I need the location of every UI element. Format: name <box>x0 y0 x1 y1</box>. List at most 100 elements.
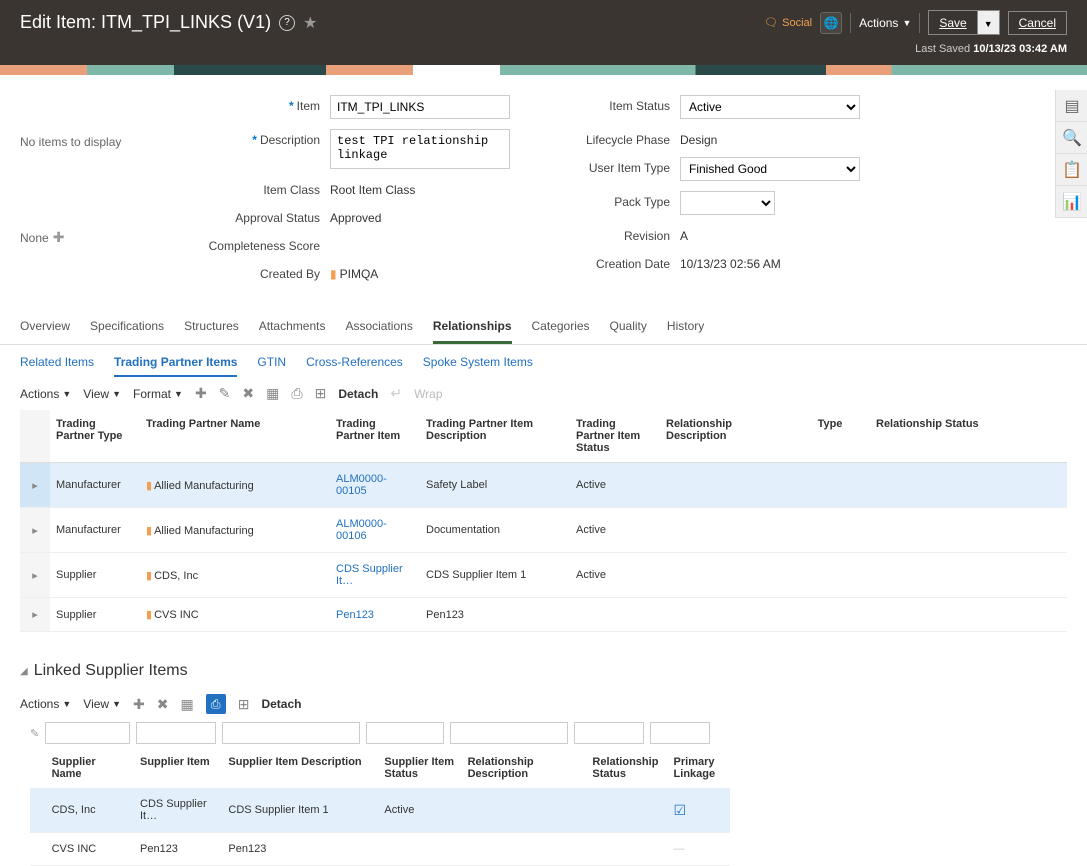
side-search-icon[interactable]: 🔍 <box>1056 122 1087 154</box>
save-dropdown[interactable]: ▼ <box>978 10 1000 35</box>
globe-icon[interactable]: 🌐 <box>820 12 842 34</box>
query-icon[interactable]: ⎙ <box>206 694 226 714</box>
col-rel-type[interactable]: Type <box>790 410 870 463</box>
tab-structures[interactable]: Structures <box>184 311 239 344</box>
partner-icon: ▮ <box>146 570 152 582</box>
toolbar-detach[interactable]: Detach <box>338 387 378 401</box>
tab-history[interactable]: History <box>667 311 704 344</box>
edit-icon[interactable]: ✎ <box>219 385 231 402</box>
table-row[interactable]: CVS INC Pen123 Pen123 — <box>30 833 730 866</box>
add-icon[interactable]: ✚ <box>195 385 207 402</box>
expand-icon[interactable]: ▸ <box>20 508 50 553</box>
filter-rel-desc[interactable] <box>450 722 568 744</box>
cell-primary-linkage[interactable]: ☑ <box>668 788 730 833</box>
social-icon: 🗨 <box>764 16 778 29</box>
actions-menu[interactable]: Actions ▼ <box>859 16 911 30</box>
pencil-icon[interactable]: ✎ <box>30 727 39 740</box>
filter-rel-status[interactable] <box>574 722 644 744</box>
cell-primary-linkage[interactable]: — <box>668 833 730 866</box>
row-selector[interactable] <box>30 833 46 866</box>
table-row[interactable]: ▸ Manufacturer ▮Allied Manufacturing ALM… <box>20 463 1067 508</box>
col-partner-type[interactable]: Trading Partner Type <box>50 410 140 463</box>
expand-icon[interactable]: ▸ <box>20 598 50 632</box>
col-partner-status[interactable]: Trading Partner Item Status <box>570 410 660 463</box>
social-link[interactable]: 🗨 Social <box>764 16 812 29</box>
star-icon[interactable]: ★ <box>303 13 317 33</box>
col-supplier-item[interactable]: Supplier Item <box>134 748 222 788</box>
freeze-icon[interactable]: ▦ <box>180 696 193 713</box>
col-supplier-reldesc[interactable]: Relationship Description <box>462 748 587 788</box>
cell-partner-item[interactable]: Pen123 <box>330 598 420 632</box>
cell-partner-item[interactable]: ALM0000-00105 <box>330 463 420 508</box>
col-supplier-status[interactable]: Supplier Item Status <box>378 748 461 788</box>
help-icon[interactable]: ? <box>279 15 295 31</box>
toolbar2-actions[interactable]: Actions▼ <box>20 697 71 711</box>
col-partner-desc[interactable]: Trading Partner Item Description <box>420 410 570 463</box>
cell-partner-item[interactable]: ALM0000-00106 <box>330 508 420 553</box>
col-rel-status[interactable]: Relationship Status <box>870 410 1067 463</box>
side-toolbar: ▤ 🔍 📋 📊 <box>1055 90 1087 218</box>
col-primary-linkage[interactable]: Primary Linkage <box>668 748 730 788</box>
filter-supplier-item[interactable] <box>136 722 216 744</box>
grid-icon[interactable]: ⊞ <box>238 696 250 713</box>
subtab-trading-partner-items[interactable]: Trading Partner Items <box>114 355 237 377</box>
side-chart-icon[interactable]: 📊 <box>1056 186 1087 218</box>
person-icon: ▮ <box>330 267 337 281</box>
save-button[interactable]: Save <box>928 10 977 35</box>
tab-overview[interactable]: Overview <box>20 311 70 344</box>
col-supplier-relstatus[interactable]: Relationship Status <box>586 748 667 788</box>
user-item-type-select[interactable]: Finished Good <box>680 157 860 181</box>
col-partner-item[interactable]: Trading Partner Item <box>330 410 420 463</box>
cancel-button[interactable]: Cancel <box>1008 11 1067 35</box>
toolbar-actions[interactable]: Actions▼ <box>20 387 71 401</box>
cell-rel-desc <box>660 598 790 632</box>
toolbar-view[interactable]: View▼ <box>83 387 121 401</box>
side-clipboard-icon[interactable]: 📋 <box>1056 154 1087 186</box>
cell-partner-item[interactable]: CDS Supplier It… <box>330 553 420 598</box>
col-supplier-desc[interactable]: Supplier Item Description <box>222 748 378 788</box>
add-icon[interactable]: ✚ <box>133 696 145 713</box>
filter-primary[interactable] <box>650 722 710 744</box>
toolbar2-view[interactable]: View▼ <box>83 697 121 711</box>
item-input[interactable] <box>330 95 510 119</box>
checkbox-checked-icon[interactable]: ☑ <box>674 802 687 818</box>
subtab-cross-references[interactable]: Cross-References <box>306 355 403 377</box>
tab-quality[interactable]: Quality <box>610 311 647 344</box>
last-saved: Last Saved 10/13/23 03:42 AM <box>20 43 1067 55</box>
pack-type-select[interactable] <box>680 191 775 215</box>
table-row[interactable]: ▸ Supplier ▮CVS INC Pen123 Pen123 <box>20 598 1067 632</box>
table-row[interactable]: ▸ Manufacturer ▮Allied Manufacturing ALM… <box>20 508 1067 553</box>
tab-attachments[interactable]: Attachments <box>259 311 326 344</box>
delete-icon[interactable]: ✖ <box>242 385 254 402</box>
description-input[interactable]: test TPI relationship linkage <box>330 129 510 169</box>
col-supplier-name[interactable]: Supplier Name <box>46 748 134 788</box>
toolbar2-detach[interactable]: Detach <box>261 697 301 711</box>
checkbox-empty-icon[interactable]: — <box>674 843 685 855</box>
table-row[interactable]: ▸ Supplier ▮CDS, Inc CDS Supplier It… CD… <box>20 553 1067 598</box>
tab-relationships[interactable]: Relationships <box>433 311 512 344</box>
grid-icon[interactable]: ⊞ <box>315 385 327 402</box>
side-document-icon[interactable]: ▤ <box>1056 90 1087 122</box>
delete-icon[interactable]: ✖ <box>157 696 169 713</box>
tab-categories[interactable]: Categories <box>532 311 590 344</box>
filter-supplier-name[interactable] <box>45 722 130 744</box>
subtab-spoke-system-items[interactable]: Spoke System Items <box>423 355 533 377</box>
expand-icon[interactable]: ▸ <box>20 553 50 598</box>
tab-specifications[interactable]: Specifications <box>90 311 164 344</box>
table-row[interactable]: CDS, Inc CDS Supplier It… CDS Supplier I… <box>30 788 730 833</box>
toolbar-format[interactable]: Format▼ <box>133 387 183 401</box>
filter-supplier-status[interactable] <box>366 722 444 744</box>
collapse-icon[interactable]: ◢ <box>20 666 28 677</box>
export-icon[interactable]: ⎙ <box>291 385 302 402</box>
col-partner-name[interactable]: Trading Partner Name <box>140 410 330 463</box>
row-selector[interactable] <box>30 788 46 833</box>
freeze-icon[interactable]: ▦ <box>266 385 279 402</box>
subtab-gtin[interactable]: GTIN <box>257 355 286 377</box>
col-rel-desc[interactable]: Relationship Description <box>660 410 790 463</box>
subtab-related-items[interactable]: Related Items <box>20 355 94 377</box>
filter-supplier-desc[interactable] <box>222 722 360 744</box>
expand-icon[interactable]: ▸ <box>20 463 50 508</box>
tab-associations[interactable]: Associations <box>345 311 412 344</box>
plus-icon[interactable]: ✚ <box>53 229 65 246</box>
item-status-select[interactable]: Active <box>680 95 860 119</box>
